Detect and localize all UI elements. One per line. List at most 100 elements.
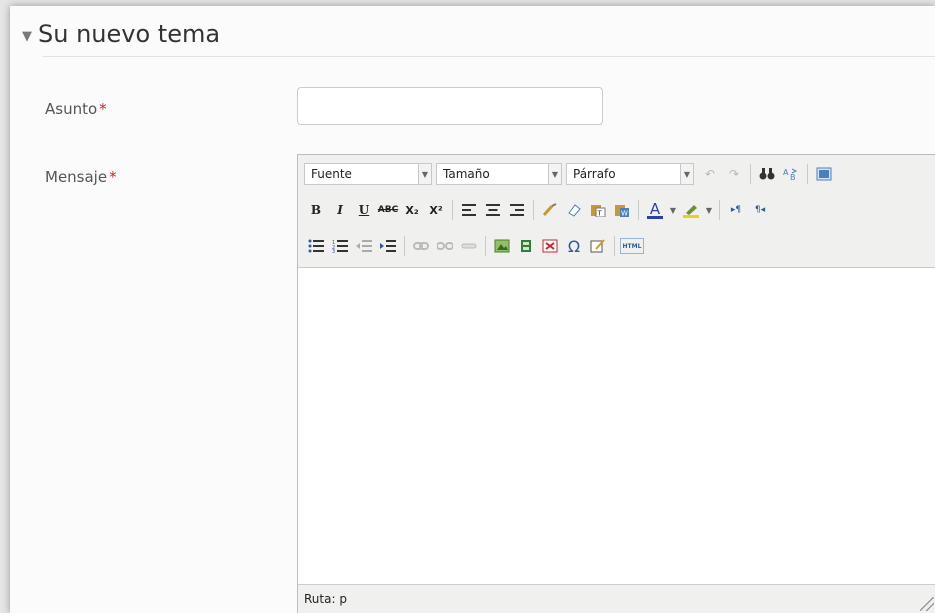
chevron-down-icon: ▼ — [680, 164, 693, 184]
superscript-button[interactable]: X² — [425, 199, 447, 221]
subject-input[interactable] — [297, 87, 603, 125]
redo-button[interactable]: ↷ — [723, 163, 745, 185]
svg-text:W: W — [621, 210, 628, 218]
underline-button[interactable]: U — [353, 199, 375, 221]
toolbar-separator — [807, 164, 808, 184]
message-label-text: Mensaje — [45, 168, 108, 186]
font-size-select[interactable]: Tamaño ▼ — [436, 163, 562, 185]
toolbar-row-2: B I U ABC X₂ X² T W A ▼ ▼ ▸¶ ¶◂ — [304, 197, 772, 223]
toolbar-separator — [452, 200, 453, 220]
toolbar-separator — [750, 164, 751, 184]
paste-text-icon: T — [591, 205, 606, 218]
replace-button[interactable]: AB — [780, 163, 802, 185]
resize-handle-icon[interactable] — [920, 597, 934, 611]
brush-icon — [542, 203, 557, 216]
toolbar-separator — [719, 200, 720, 220]
svg-text:B: B — [790, 173, 796, 181]
ltr-button[interactable]: ▸¶ — [725, 199, 747, 221]
editor-content-area[interactable] — [298, 268, 935, 585]
svg-text:A: A — [783, 168, 789, 177]
no-autolink-button[interactable] — [539, 235, 561, 257]
align-left-button[interactable] — [458, 199, 480, 221]
numbered-list-icon: 123 — [332, 240, 348, 253]
rich-text-editor: Fuente ▼ Tamaño ▼ Párrafo ▼ ↶ ↷ A B B I … — [297, 154, 935, 613]
text-color-dropdown[interactable]: ▼ — [668, 199, 678, 221]
toolbar-row-3: 123 Ω HTML — [304, 233, 645, 259]
paragraph-format-select[interactable]: Párrafo ▼ — [566, 163, 694, 185]
toolbar-separator — [638, 200, 639, 220]
message-label: Mensaje * — [45, 168, 117, 186]
image-icon — [494, 239, 510, 253]
align-center-icon — [486, 204, 500, 216]
indent-icon — [380, 240, 396, 252]
outdent-icon — [356, 240, 372, 252]
chevron-down-icon: ▼ — [418, 164, 431, 184]
outdent-button[interactable] — [353, 235, 375, 257]
toolbar-separator — [485, 236, 486, 256]
unlink-button[interactable] — [434, 235, 456, 257]
edit-button[interactable] — [587, 235, 609, 257]
editor-toolbar: Fuente ▼ Tamaño ▼ Párrafo ▼ ↶ ↷ A B B I … — [298, 155, 935, 268]
required-marker: * — [99, 100, 107, 118]
svg-text:3: 3 — [332, 249, 335, 253]
highlight-color-dropdown[interactable]: ▼ — [704, 199, 714, 221]
section-divider — [43, 56, 935, 57]
section-title: Su nuevo tema — [38, 20, 221, 48]
chevron-down-icon: ▼ — [705, 205, 713, 215]
anchor-icon — [461, 243, 477, 249]
insert-link-button[interactable] — [410, 235, 432, 257]
indent-button[interactable] — [377, 235, 399, 257]
insert-image-button[interactable] — [491, 235, 513, 257]
highlight-color-swatch — [683, 214, 699, 218]
paste-word-icon: W — [615, 205, 629, 218]
text-color-swatch — [647, 215, 663, 219]
bullet-list-button[interactable] — [305, 235, 327, 257]
html-source-button[interactable]: HTML — [620, 238, 644, 254]
required-marker: * — [109, 168, 117, 186]
binoculars-icon — [759, 168, 775, 180]
section-header[interactable]: ▼ Su nuevo tema — [22, 14, 220, 54]
align-right-button[interactable] — [506, 199, 528, 221]
align-right-icon — [510, 204, 524, 216]
highlight-color-button[interactable] — [680, 199, 702, 221]
subscript-button[interactable]: X₂ — [401, 199, 423, 221]
subject-label: Asunto * — [45, 100, 107, 118]
strikethrough-button[interactable]: ABC — [377, 199, 399, 221]
rtl-button[interactable]: ¶◂ — [749, 199, 771, 221]
undo-button[interactable]: ↶ — [699, 163, 721, 185]
paragraph-format-value: Párrafo — [573, 167, 616, 181]
undo-icon: ↶ — [704, 167, 716, 181]
fullscreen-button[interactable] — [813, 163, 835, 185]
bold-button[interactable]: B — [305, 199, 327, 221]
toolbar-separator — [533, 200, 534, 220]
collapse-caret-icon[interactable]: ▼ — [22, 29, 32, 44]
toolbar-row-1: Fuente ▼ Tamaño ▼ Párrafo ▼ ↶ ↷ A B — [304, 161, 836, 187]
font-family-select[interactable]: Fuente ▼ — [304, 163, 432, 185]
eraser-icon — [568, 204, 581, 217]
insert-media-button[interactable] — [515, 235, 537, 257]
redo-icon: ↷ — [728, 167, 740, 181]
anchor-button[interactable] — [458, 235, 480, 257]
align-center-button[interactable] — [482, 199, 504, 221]
paste-word-button[interactable]: W — [611, 199, 633, 221]
remove-format-button[interactable] — [563, 199, 585, 221]
bullet-list-icon — [308, 239, 324, 253]
highlighter-icon — [686, 204, 697, 215]
subject-label-text: Asunto — [45, 100, 98, 118]
no-link-icon — [542, 239, 558, 253]
toolbar-separator — [404, 236, 405, 256]
paste-text-button[interactable]: T — [587, 199, 609, 221]
italic-button[interactable]: I — [329, 199, 351, 221]
special-char-button[interactable]: Ω — [563, 235, 585, 257]
film-icon — [521, 240, 531, 252]
form-panel: ▼ Su nuevo tema Asunto * Mensaje * Fuente … — [10, 6, 935, 613]
align-left-icon — [462, 204, 476, 216]
numbered-list-button[interactable]: 123 — [329, 235, 351, 257]
text-color-button[interactable]: A — [644, 199, 666, 221]
cleanup-button[interactable] — [539, 199, 561, 221]
svg-text:T: T — [597, 210, 603, 218]
toolbar-separator — [614, 236, 615, 256]
find-button[interactable] — [756, 163, 778, 185]
chevron-down-icon: ▼ — [669, 205, 677, 215]
unlink-icon — [437, 242, 453, 250]
